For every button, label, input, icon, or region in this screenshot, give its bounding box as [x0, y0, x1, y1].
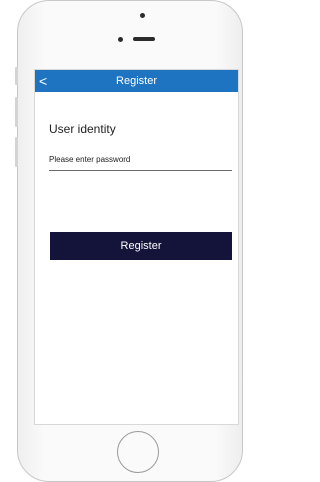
home-button[interactable]	[117, 431, 159, 473]
app-screen: < Register User identity Register	[34, 69, 239, 425]
password-field[interactable]	[49, 149, 232, 171]
page-title: Register	[116, 75, 157, 87]
section-heading: User identity	[49, 122, 116, 136]
volume-up-button	[15, 97, 18, 127]
camera-icon	[140, 13, 145, 18]
volume-down-button	[15, 137, 18, 167]
silent-switch	[15, 67, 18, 85]
nav-bar: < Register	[35, 70, 238, 92]
front-camera-icon	[118, 37, 123, 42]
register-button[interactable]: Register	[50, 232, 232, 260]
earpiece-speaker	[133, 37, 155, 41]
